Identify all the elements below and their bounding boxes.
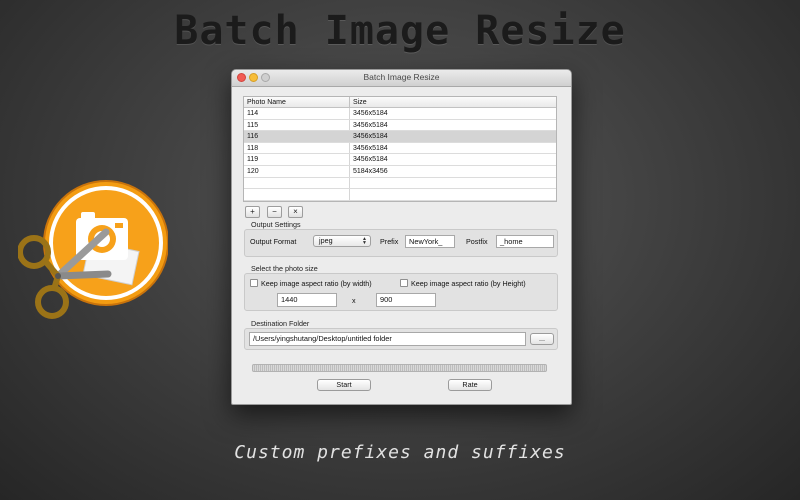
browse-folder-button[interactable]: ... bbox=[530, 333, 554, 345]
column-header-photo-name[interactable]: Photo Name bbox=[244, 97, 350, 108]
postfix-input[interactable]: _home bbox=[496, 235, 554, 248]
size-cell: 3456x5184 bbox=[353, 144, 388, 152]
output-settings-group: Output Format jpeg ▲ ▼ Prefix NewYork_ Po… bbox=[244, 229, 558, 257]
size-cell: 3456x5184 bbox=[353, 121, 388, 129]
output-settings-label: Output Settings bbox=[251, 220, 301, 229]
app-window: Batch Image Resize Photo Name Size 114 3… bbox=[231, 69, 572, 405]
width-input[interactable]: 1440 bbox=[277, 293, 337, 307]
output-format-label: Output Format bbox=[250, 237, 297, 246]
start-button[interactable]: Start bbox=[317, 379, 371, 391]
photo-name-cell: 118 bbox=[247, 144, 259, 152]
table-row[interactable]: 114 3456x5184 bbox=[244, 108, 556, 120]
app-icon bbox=[18, 180, 168, 319]
caption: Custom prefixes and suffixes bbox=[234, 442, 566, 463]
height-input[interactable]: 900 bbox=[376, 293, 436, 307]
keep-ratio-height-checkbox[interactable] bbox=[400, 279, 408, 287]
chevron-updown-icon: ▲ ▼ bbox=[362, 236, 367, 246]
add-photo-button[interactable]: + bbox=[245, 206, 260, 218]
photo-name-cell: 114 bbox=[247, 110, 259, 117]
output-format-select[interactable]: jpeg ▲ ▼ bbox=[313, 235, 371, 247]
destination-path-input[interactable]: /Users/yingshutang/Desktop/untitled fold… bbox=[249, 332, 526, 346]
size-cell: 5184x3456 bbox=[353, 168, 388, 175]
table-row-selected[interactable]: 116 3456x5184 bbox=[244, 131, 556, 143]
table-row[interactable]: 120 5184x3456 bbox=[244, 166, 556, 178]
progress-bar bbox=[252, 364, 547, 372]
photo-size-label: Select the photo size bbox=[251, 264, 318, 273]
prefix-label: Prefix bbox=[380, 237, 399, 246]
table-row-empty[interactable] bbox=[244, 189, 556, 201]
size-cell: 3456x5184 bbox=[353, 110, 388, 117]
camera-icon bbox=[43, 180, 168, 306]
output-format-value: jpeg bbox=[319, 236, 333, 245]
photo-size-group: Keep image aspect ratio (by width) Keep … bbox=[244, 273, 558, 311]
postfix-label: Postfix bbox=[466, 237, 488, 246]
keep-ratio-width-label: Keep image aspect ratio (by width) bbox=[261, 279, 372, 288]
times-sign: x bbox=[352, 296, 356, 305]
table-row[interactable]: 118 3456x5184 bbox=[244, 143, 556, 155]
photo-name-cell: 120 bbox=[247, 168, 259, 175]
window-title: Batch Image Resize bbox=[363, 72, 440, 82]
photo-table[interactable]: Photo Name Size 114 3456x5184 115 3456x5… bbox=[243, 96, 557, 202]
column-header-size[interactable]: Size bbox=[350, 97, 556, 108]
rate-button[interactable]: Rate bbox=[448, 379, 492, 391]
table-row[interactable]: 115 3456x5184 bbox=[244, 120, 556, 132]
keep-ratio-height-label: Keep image aspect ratio (by Height) bbox=[411, 279, 526, 288]
clear-photos-button[interactable]: × bbox=[288, 206, 303, 218]
table-row-empty[interactable] bbox=[244, 178, 556, 190]
size-cell: 3456x5184 bbox=[353, 133, 388, 141]
destination-folder-label: Destination Folder bbox=[251, 319, 310, 328]
keep-ratio-width-checkbox[interactable] bbox=[250, 279, 258, 287]
size-cell: 3456x5184 bbox=[353, 156, 388, 164]
title-bar: Batch Image Resize bbox=[232, 70, 571, 87]
photo-name-cell: 116 bbox=[247, 133, 259, 141]
photo-name-cell: 115 bbox=[247, 121, 259, 129]
remove-photo-button[interactable]: − bbox=[267, 206, 282, 218]
destination-group: /Users/yingshutang/Desktop/untitled fold… bbox=[244, 328, 558, 350]
table-row[interactable]: 119 3456x5184 bbox=[244, 154, 556, 166]
photo-name-cell: 119 bbox=[247, 156, 259, 164]
prefix-input[interactable]: NewYork_ bbox=[405, 235, 455, 248]
headline: Batch Image Resize bbox=[174, 8, 626, 54]
